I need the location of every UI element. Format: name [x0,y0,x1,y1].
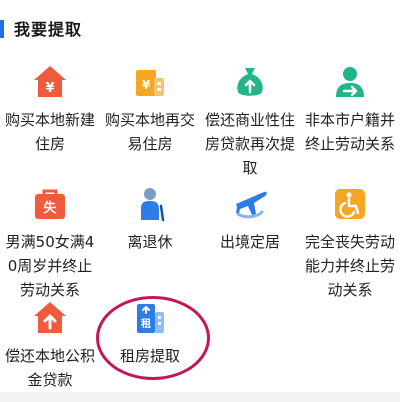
option-label: 离退休 [127,233,173,251]
person-arrow-icon [330,62,370,102]
house-yuan-icon: ¥ [30,62,70,102]
elderly-person-icon [130,184,170,224]
option-repay-local-fund-loan[interactable]: 偿还本地公积金贷款 [0,298,100,392]
option-label: 男满50女满40周岁并终止劳动关系 [5,233,95,299]
withdrawal-card: 我要提取 ¥ 购买本地新建住房 ¥ 购买本地再交易住房 偿还商业性住房贷款再次提… [0,0,400,392]
house-up-arrow-icon [30,298,70,338]
option-repay-commercial-loan[interactable]: 偿还商业性住房贷款再次提取 [200,62,300,180]
option-age-terminate[interactable]: 失 男满50女满40周岁并终止劳动关系 [0,184,100,302]
money-bag-icon [230,62,270,102]
option-retirement[interactable]: 离退休 [100,184,200,254]
option-label: 偿还本地公积金贷款 [4,347,95,389]
option-non-local-terminate[interactable]: 非本市户籍并终止劳动关系 [300,62,400,156]
briefcase-icon: 失 [30,184,70,224]
option-disability-terminate[interactable]: 完全丧失劳动能力并终止劳动关系 [300,184,400,302]
svg-text:¥: ¥ [142,78,151,92]
wheelchair-icon [330,184,370,224]
svg-text:失: 失 [43,200,57,216]
option-label: 出境定居 [219,233,280,251]
svg-text:¥: ¥ [45,81,54,96]
option-label: 购买本地再交易住房 [104,111,195,153]
building-yuan-icon: ¥ [130,62,170,102]
option-label: 偿还商业性住房贷款再次提取 [204,111,295,177]
option-label: 完全丧失劳动能力并终止劳动关系 [304,233,395,299]
highlight-circle [96,296,210,380]
airplane-icon [230,184,270,224]
option-emigrate[interactable]: 出境定居 [200,184,300,254]
option-buy-new-house[interactable]: ¥ 购买本地新建住房 [0,62,100,156]
option-label: 购买本地新建住房 [4,111,95,153]
option-buy-resale-house[interactable]: ¥ 购买本地再交易住房 [100,62,200,156]
option-label: 非本市户籍并终止劳动关系 [304,111,395,153]
